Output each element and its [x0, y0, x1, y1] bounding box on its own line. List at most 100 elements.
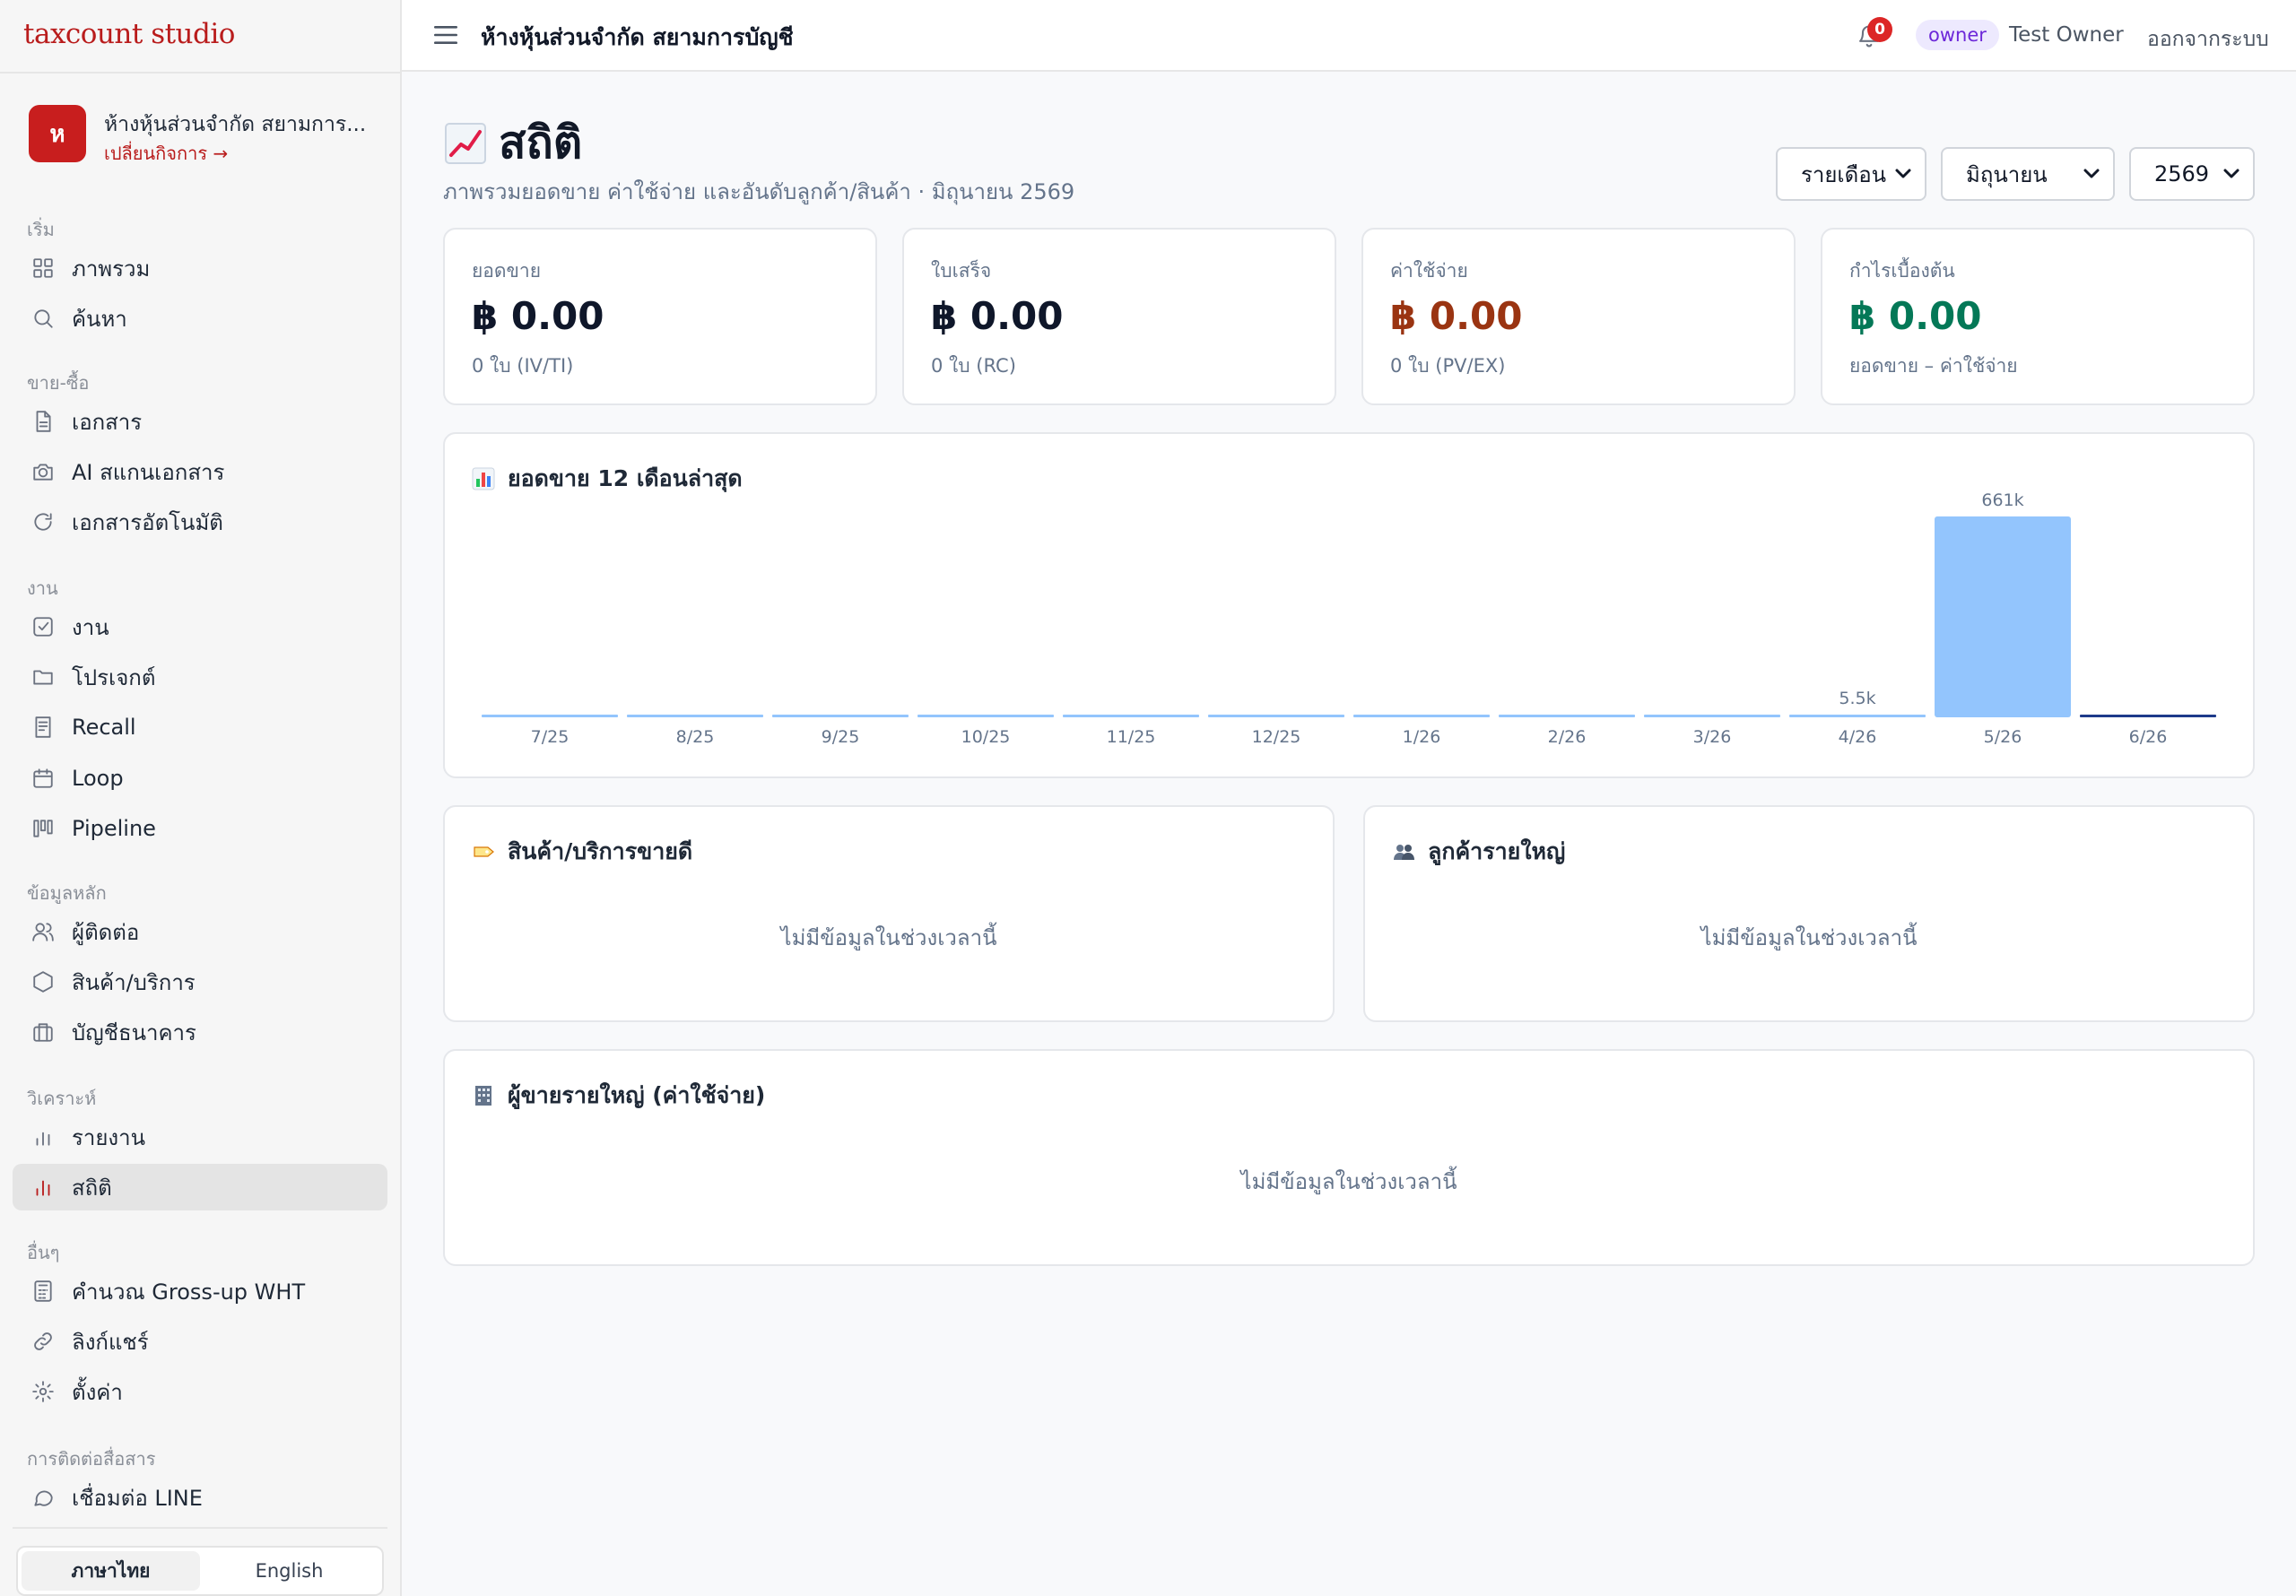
period-select[interactable]: รายเดือน: [1776, 147, 1926, 201]
sidebar-item[interactable]: ผู้ติดต่อ: [13, 908, 387, 955]
kpi-label: ใบเสร็จ: [931, 260, 992, 282]
app-logo[interactable]: taxcount studio: [23, 18, 235, 50]
x-tick-label: 12/25: [1252, 727, 1301, 747]
logout-button[interactable]: ออกจากระบบ: [2147, 23, 2269, 56]
sidebar-item[interactable]: คำนวณ Gross-up WHT: [13, 1268, 387, 1314]
sidebar-item-label: Pipeline: [72, 815, 156, 841]
bar-3/26[interactable]: [1644, 715, 1780, 717]
x-tick-label: 11/25: [1107, 727, 1156, 747]
sidebar-item-label: ลิงก์แชร์: [72, 1329, 149, 1355]
user-name[interactable]: Test Owner: [2009, 23, 2124, 47]
sidebar-section-heading: ขาย-ซื้อ: [27, 372, 90, 394]
sidebar-item[interactable]: AI สแกนเอกสาร: [13, 448, 387, 495]
bar-9/25[interactable]: [772, 715, 909, 717]
top-vendors-card: ผู้ขายรายใหญ่ (ค่าใช้จ่าย) ไม่มีข้อมูลใน…: [443, 1049, 2255, 1266]
chart-increasing-emoji-icon: [445, 122, 486, 164]
bar-10/25[interactable]: [918, 715, 1054, 717]
sidebar-item-label: สถิติ: [72, 1175, 112, 1201]
checkbox-icon: [30, 614, 56, 639]
kpi-label: ค่าใช้จ่าย: [1390, 260, 1468, 282]
business-title: ห้างหุ้นส่วนจำกัด สยามการบัญชี: [481, 24, 794, 50]
sales-bar-chart: 7/25 8/25 9/25 10/25 11/25 12/25 1/26 2/26 3/26 4…: [482, 490, 2216, 747]
sidebar-item[interactable]: ค้นหา: [13, 295, 387, 342]
sidebar-item[interactable]: บัญชีธนาคาร: [13, 1009, 387, 1055]
sidebar-item-label: โปรเจกต์: [72, 664, 156, 690]
kpi-subtext: 0 ใบ (IV/TI): [472, 355, 574, 377]
top-vendors-title: ผู้ขายรายใหญ่ (ค่าใช้จ่าย): [472, 1078, 765, 1114]
receipt-icon: [30, 715, 56, 740]
document-icon: [30, 409, 56, 434]
page-title-text: สถิติ: [499, 117, 583, 169]
kpi-subtext: 0 ใบ (RC): [931, 355, 1016, 377]
sidebar-item[interactable]: Pipeline: [13, 805, 387, 852]
month-select[interactable]: มิถุนายน: [1941, 147, 2115, 201]
kpi-label: กำไรเบื้องต้น: [1849, 260, 1955, 282]
hamburger-menu-icon[interactable]: [432, 23, 459, 47]
search-icon: [30, 306, 56, 331]
kpi-value: ฿ 0.00: [472, 294, 604, 338]
period-select-value: รายเดือน: [1801, 161, 1887, 187]
link-icon: [30, 1329, 56, 1354]
top-products-card: สินค้า/บริการขายดี ไม่มีข้อมูลในช่วงเวลา…: [443, 805, 1335, 1022]
bar-1/26[interactable]: [1353, 715, 1490, 717]
box-icon: [30, 969, 56, 994]
x-tick-label: 4/26: [1839, 727, 1877, 747]
sidebar-item-label: เอกสาร: [72, 409, 143, 435]
camera-icon: [30, 459, 56, 484]
kpi-subtext: ยอดขาย – ค่าใช้จ่าย: [1849, 355, 2018, 377]
sidebar-item[interactable]: สถิติ: [13, 1164, 387, 1211]
bar-2/26[interactable]: [1499, 715, 1635, 717]
x-tick-label: 8/25: [676, 727, 715, 747]
year-select[interactable]: 2569: [2129, 147, 2255, 201]
sidebar-item-label: คำนวณ Gross-up WHT: [72, 1279, 306, 1305]
bar-chart-icon: [30, 1124, 56, 1149]
sidebar-item[interactable]: งาน: [13, 603, 387, 650]
language-switcher: ภาษาไทย English: [16, 1546, 384, 1596]
sidebar-item[interactable]: สินค้า/บริการ: [13, 958, 387, 1005]
bar-7/25[interactable]: [482, 715, 618, 717]
sidebar-item[interactable]: ตั้งค่า: [13, 1368, 387, 1415]
kpi-card-gross-profit: กำไรเบื้องต้น ฿ 0.00 ยอดขาย – ค่าใช้จ่าย: [1821, 228, 2255, 405]
top-customers-card: ลูกค้ารายใหญ่ ไม่มีข้อมูลในช่วงเวลานี้: [1363, 805, 2255, 1022]
bar-5/26[interactable]: [1935, 516, 2071, 717]
role-badge: owner: [1916, 20, 1999, 50]
switch-business-link[interactable]: เปลี่ยนกิจการ →: [104, 139, 228, 168]
bar-data-label: 5.5k: [1839, 689, 1875, 708]
sidebar-item[interactable]: Loop: [13, 755, 387, 802]
business-avatar: ห: [29, 105, 86, 162]
top-customers-title: ลูกค้ารายใหญ่: [1392, 834, 1565, 870]
sidebar-item[interactable]: เอกสารอัตโนมัติ: [13, 499, 387, 545]
sidebar-item[interactable]: เอกสาร: [13, 398, 387, 445]
sidebar-item[interactable]: รายงาน: [13, 1114, 387, 1160]
business-switcher[interactable]: ห ห้างหุ้นส่วนจำกัด สยามการ... เปลี่ยนกิ…: [29, 105, 387, 169]
sidebar-item-label: เอกสารอัตโนมัติ: [72, 509, 223, 535]
bar-11/25[interactable]: [1063, 715, 1199, 717]
bar-12/25[interactable]: [1208, 715, 1344, 717]
chat-icon: [30, 1485, 56, 1510]
kpi-card-expenses: ค่าใช้จ่าย ฿ 0.00 0 ใบ (PV/EX): [1361, 228, 1796, 405]
sidebar-item-label: สินค้า/บริการ: [72, 969, 196, 995]
bar-4/26[interactable]: [1789, 715, 1926, 717]
sidebar-item[interactable]: โปรเจกต์: [13, 654, 387, 700]
divider: [13, 1527, 387, 1529]
sidebar-section-heading: ข้อมูลหลัก: [27, 882, 107, 904]
bank-icon: [30, 1019, 56, 1045]
office-building-emoji-icon: [475, 1086, 491, 1106]
language-thai-button[interactable]: ภาษาไทย: [22, 1551, 200, 1591]
label-tag-emoji-icon: [474, 846, 494, 857]
chevron-down-icon: [2223, 169, 2239, 178]
topbar: ห้างหุ้นส่วนจำกัด สยามการบัญชี 0 owner T…: [402, 0, 2296, 72]
sidebar-item-label: Recall: [72, 715, 136, 741]
sidebar-item[interactable]: Recall: [13, 704, 387, 750]
bar-8/25[interactable]: [627, 715, 763, 717]
sidebar-item[interactable]: เชื่อมต่อ LINE: [13, 1474, 387, 1521]
sidebar-item[interactable]: ลิงก์แชร์: [13, 1318, 387, 1365]
gear-icon: [30, 1379, 56, 1404]
language-english-button[interactable]: English: [200, 1551, 378, 1591]
bar-6/26[interactable]: [2080, 715, 2216, 717]
refresh-icon: [30, 509, 56, 534]
month-select-value: มิถุนายน: [1966, 161, 2048, 187]
sidebar-item[interactable]: ภาพรวม: [13, 245, 387, 291]
top-customers-title-text: ลูกค้ารายใหญ่: [1428, 838, 1566, 864]
kpi-value: ฿ 0.00: [1849, 294, 1982, 338]
